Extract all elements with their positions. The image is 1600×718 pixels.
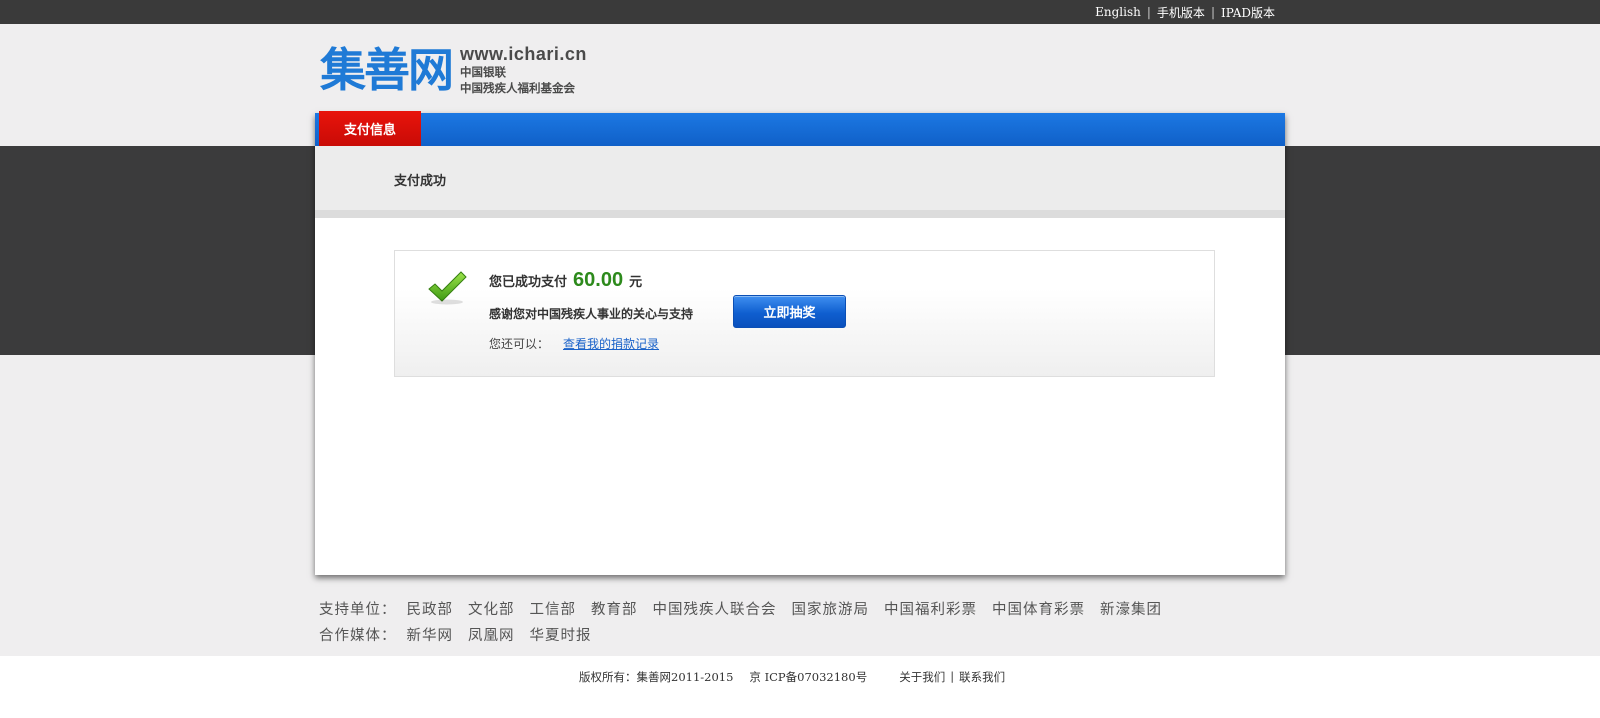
success-panel: 您已成功支付 60.00 元 感谢您对中国残疾人事业的关心与支持 立即抽奖 您还… [394, 250, 1215, 377]
also-label: 您还可以： [489, 337, 550, 351]
copyright: 版权所有：集善网2011-2015 [579, 670, 734, 684]
logo-partner-foundation: 中国残疾人福利基金会 [460, 81, 575, 95]
supporter-item: 中国残疾人联合会 [652, 602, 777, 618]
payment-summary: 您已成功支付 60.00 元 [489, 269, 642, 292]
supporter-item: 工信部 [529, 602, 576, 618]
ipad-version-link[interactable]: IPAD版本 [1221, 4, 1275, 21]
currency-unit: 元 [629, 275, 643, 290]
paid-amount: 60.00 [573, 269, 624, 291]
media-item: 新华网 [406, 628, 453, 644]
paid-prefix: 您已成功支付 [489, 275, 568, 290]
footer: 版权所有：集善网2011-2015 京 ICP备07032180号 关于我们 |… [0, 656, 1600, 718]
supporter-item: 教育部 [591, 602, 638, 618]
mobile-version-link[interactable]: 手机版本 [1157, 4, 1205, 21]
card-header: 支付信息 [315, 111, 1285, 146]
icp-number: 京 ICP备07032180号 [749, 670, 868, 684]
site-logo[interactable]: 集善网 www.ichari.cn 中国银联 中国残疾人福利基金会 [320, 42, 587, 98]
separator: | [950, 669, 955, 683]
checkmark-icon [428, 271, 467, 305]
logo-text: www.ichari.cn 中国银联 中国残疾人福利基金会 [460, 44, 587, 96]
supporting-units: 支持单位： 民政部 文化部 工信部 教育部 中国残疾人联合会 国家旅游局 中国福… [319, 597, 1177, 623]
supporter-item: 文化部 [468, 602, 515, 618]
supporter-item: 新濠集团 [1100, 602, 1162, 618]
lottery-draw-button[interactable]: 立即抽奖 [733, 295, 846, 328]
logo-mark: 集善网 [320, 43, 454, 97]
about-us-link[interactable]: 关于我们 [899, 669, 945, 685]
tab-payment-info[interactable]: 支付信息 [319, 111, 421, 146]
contact-us-link[interactable]: 联系我们 [959, 669, 1005, 685]
sub-header: 支付成功 [315, 146, 1285, 218]
media-item: 华夏时报 [529, 628, 592, 644]
page-title: 支付成功 [394, 174, 447, 189]
top-links: English | 手机版本 | IPAD版本 [1095, 0, 1275, 24]
donation-record-link[interactable]: 查看我的捐款记录 [563, 335, 659, 352]
supporter-item: 中国福利彩票 [884, 602, 977, 618]
partner-media: 合作媒体： 新华网 凤凰网 华夏时报 [319, 623, 1177, 649]
supporter-item: 中国体育彩票 [992, 602, 1085, 618]
separator: | [1146, 5, 1151, 19]
supporters-label: 支持单位： [319, 602, 397, 618]
logo-url: www.ichari.cn [460, 44, 587, 64]
media-item: 凤凰网 [468, 628, 515, 644]
english-link[interactable]: English [1095, 5, 1141, 19]
supporter-item: 民政部 [406, 602, 453, 618]
separator: | [1210, 5, 1215, 19]
media-label: 合作媒体： [319, 628, 397, 644]
supporters-section: 支持单位： 民政部 文化部 工信部 教育部 中国残疾人联合会 国家旅游局 中国福… [319, 597, 1177, 649]
supporter-item: 国家旅游局 [791, 602, 869, 618]
thanks-message: 感谢您对中国残疾人事业的关心与支持 [489, 307, 694, 321]
payment-card: 支付信息 支付成功 您已成功支付 60.00 元 感谢您对中国残疾人事业的关心与… [315, 111, 1285, 575]
more-actions: 您还可以： 查看我的捐款记录 [489, 335, 659, 352]
footer-line: 版权所有：集善网2011-2015 京 ICP备07032180号 关于我们 |… [579, 669, 1005, 685]
logo-partner-unionpay: 中国银联 [460, 65, 506, 79]
top-bar: English | 手机版本 | IPAD版本 [0, 0, 1600, 24]
